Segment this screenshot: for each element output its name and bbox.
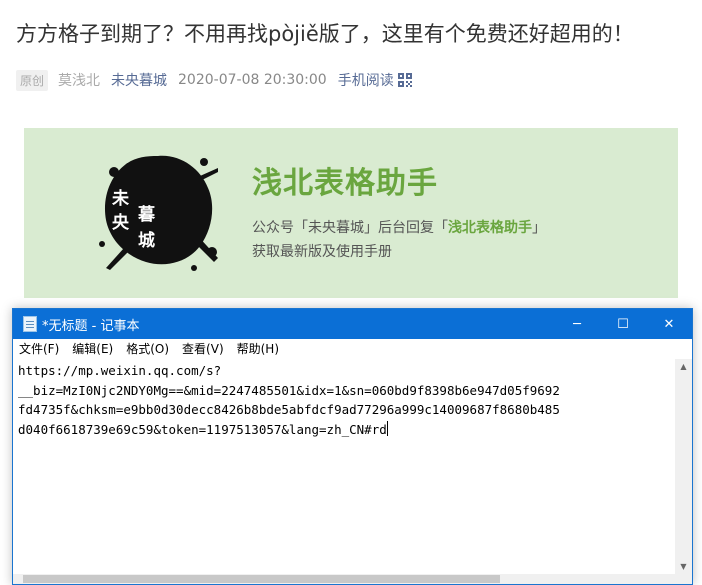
banner-keyword: 浅北表格助手 [448,220,532,236]
logo-char: 暮 [138,205,155,225]
menu-format[interactable]: 格式(O) [126,340,169,357]
scroll-up-arrow-icon[interactable]: ▲ [675,359,692,374]
menu-view[interactable]: 查看(V) [182,340,224,357]
maximize-button[interactable]: ☐ [600,309,646,339]
horizontal-scrollbar[interactable] [13,574,675,584]
original-badge: 原创 [16,69,49,91]
horizontal-scroll-thumb[interactable] [23,575,500,583]
editor-line: __biz=MzI0Njc2NDY0Mg==&mid=2247485501&id… [18,382,560,398]
editor-line: https://mp.weixin.qq.com/s? [18,363,222,378]
qr-code-icon[interactable] [397,73,412,87]
banner-title: 浅北表格助手 [252,166,438,201]
menu-file[interactable]: 文件(F) [19,340,59,357]
article-meta: 原创 莫浅北 未央暮城 2020-07-08 20:30:00 手机阅读 [16,68,412,92]
minimize-button[interactable]: ─ [554,309,600,339]
notepad-titlebar[interactable]: *无标题 - 记事本 ─ ☐ ✕ [13,309,692,339]
logo-char: 未 [112,189,129,209]
logo-char: 央 [112,213,129,233]
account-link[interactable]: 未央暮城 [111,70,167,90]
author-name: 莫浅北 [58,73,101,89]
logo-char: 城 [138,231,155,251]
editor-line: fd4735f&chksm=e9bb0d30decc8426b8bde5abfd… [18,402,560,417]
notepad-window: *无标题 - 记事本 ─ ☐ ✕ 文件(F) 编辑(E) 格式(O) 查看(V)… [12,308,693,585]
menu-help[interactable]: 帮助(H) [237,340,279,357]
close-button[interactable]: ✕ [646,309,692,339]
vertical-scrollbar[interactable]: ▲ ▼ [675,359,692,574]
publish-datetime: 2020-07-08 20:30:00 [178,72,327,88]
scrollbar-corner [675,574,692,584]
banner-desc-line2: 获取最新版及使用手册 [252,244,392,260]
text-caret [386,420,388,436]
banner-desc-line1: 公众号「未央暮城」后台回复「浅北表格助手」 [252,220,546,236]
promo-banner: 未 央 暮 城 浅北表格助手 公众号「未央暮城」后台回复「浅北表格助手」 获取最… [24,128,678,298]
editor-line-last: d040f6618739e69c59&token=1197513057&lang… [18,420,388,437]
menu-bar: 文件(F) 编辑(E) 格式(O) 查看(V) 帮助(H) [13,339,692,358]
banner-description: 公众号「未央暮城」后台回复「浅北表格助手」 获取最新版及使用手册 [252,216,546,264]
text-editor[interactable]: https://mp.weixin.qq.com/s? __biz=MzI0Njc… [13,359,675,574]
notepad-app-icon [23,316,37,332]
scroll-down-arrow-icon[interactable]: ▼ [675,559,692,574]
window-title: *无标题 - 记事本 [42,318,140,334]
menu-edit[interactable]: 编辑(E) [72,340,113,357]
article-title: 方方格子到期了？不用再找pòjiě版了，这里有个免费还好超用的！ [16,22,634,46]
mobile-read-link[interactable]: 手机阅读 [338,70,394,90]
